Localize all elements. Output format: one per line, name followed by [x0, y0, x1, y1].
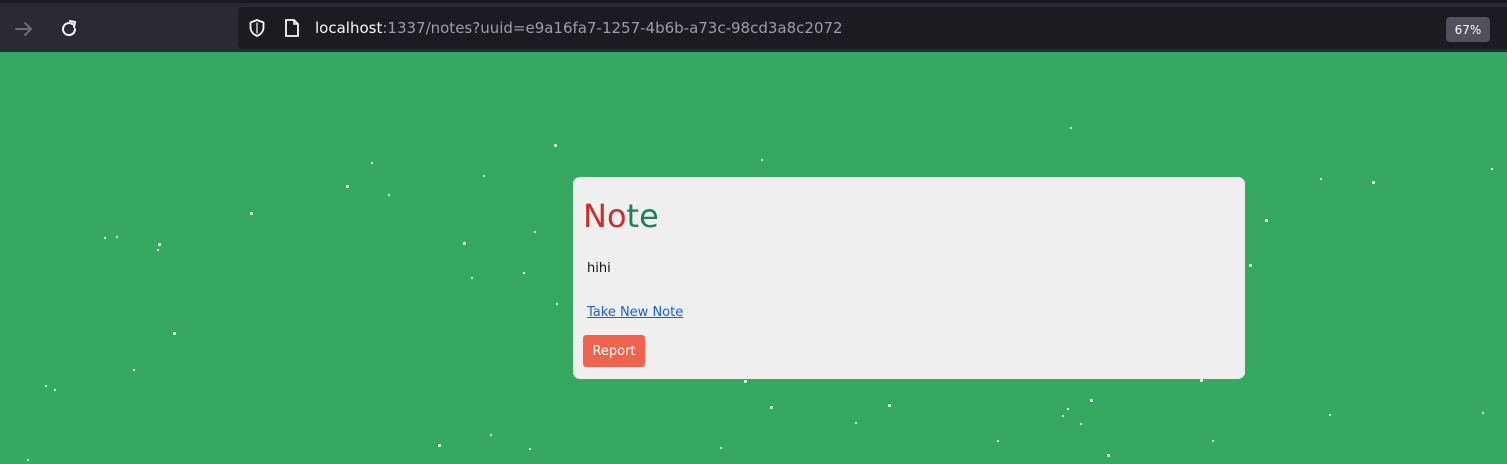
snowflake — [462, 241, 466, 245]
zoom-level-badge[interactable]: 67% — [1446, 17, 1490, 42]
snowflake — [1264, 218, 1268, 222]
snowflake — [1070, 127, 1072, 129]
snowflake — [172, 331, 176, 335]
snowflake — [1482, 412, 1484, 414]
snowflake — [553, 143, 557, 147]
note-title: Note — [583, 197, 659, 235]
snowflake — [490, 434, 492, 436]
snowflake — [437, 443, 441, 447]
snowflake — [1080, 423, 1082, 425]
snowflake — [769, 405, 773, 409]
reload-button[interactable] — [53, 13, 85, 45]
snowflake — [45, 385, 47, 387]
snowflake — [249, 211, 253, 215]
snowflake — [471, 277, 473, 279]
note-content: hihi — [587, 261, 611, 276]
url-text[interactable]: localhost:1337/notes?uuid=e9a16fa7-1257-… — [315, 19, 843, 37]
note-title-letter: t — [626, 197, 640, 235]
browser-toolbar: localhost:1337/notes?uuid=e9a16fa7-1257-… — [0, 0, 1507, 52]
snowflake — [1371, 180, 1375, 184]
snowflake — [1329, 414, 1331, 416]
snowflake — [761, 159, 763, 161]
address-bar[interactable]: localhost:1337/notes?uuid=e9a16fa7-1257-… — [238, 7, 1507, 49]
snowflake — [1248, 263, 1252, 267]
snowflake — [483, 175, 485, 177]
snowflake — [133, 369, 135, 371]
take-new-note-link[interactable]: Take New Note — [587, 305, 683, 320]
snowflake — [1212, 440, 1214, 442]
snowflake — [1089, 398, 1093, 402]
snowflake — [116, 236, 118, 238]
snowflake — [887, 403, 891, 407]
snowflake — [1106, 453, 1110, 457]
arrow-right-icon — [15, 22, 32, 36]
snowflake — [855, 422, 857, 424]
note-title-letter: e — [639, 197, 659, 235]
snowflake — [1062, 415, 1064, 417]
reload-icon — [62, 20, 77, 37]
snowflake — [104, 237, 106, 239]
report-button[interactable]: Report — [583, 335, 645, 367]
snowflake — [534, 231, 536, 233]
snowflake — [997, 440, 999, 442]
snowflake — [1067, 408, 1069, 410]
forward-button[interactable] — [8, 13, 40, 45]
snowflake — [720, 447, 722, 449]
snowflake — [388, 194, 390, 196]
snowflake — [1491, 168, 1493, 170]
snowflake — [556, 303, 558, 305]
snowflake — [523, 272, 525, 274]
snowflake — [157, 249, 159, 251]
page-icon[interactable] — [281, 17, 303, 39]
note-title-letter: N — [583, 197, 607, 235]
snowflake — [743, 379, 747, 383]
url-host: localhost — [315, 19, 383, 37]
snowflake — [529, 448, 531, 450]
snowflake — [27, 459, 29, 461]
snowflake — [54, 389, 56, 391]
snowflake — [1320, 178, 1322, 180]
snowflake — [345, 184, 349, 188]
note-card: Note hihi Take New Note Report — [573, 177, 1245, 379]
snowflake — [371, 162, 373, 164]
snowflake — [157, 242, 161, 246]
shield-icon[interactable] — [246, 17, 268, 39]
url-path: :1337/notes?uuid=e9a16fa7-1257-4b6b-a73c… — [382, 19, 843, 37]
note-title-letter: o — [606, 197, 627, 235]
